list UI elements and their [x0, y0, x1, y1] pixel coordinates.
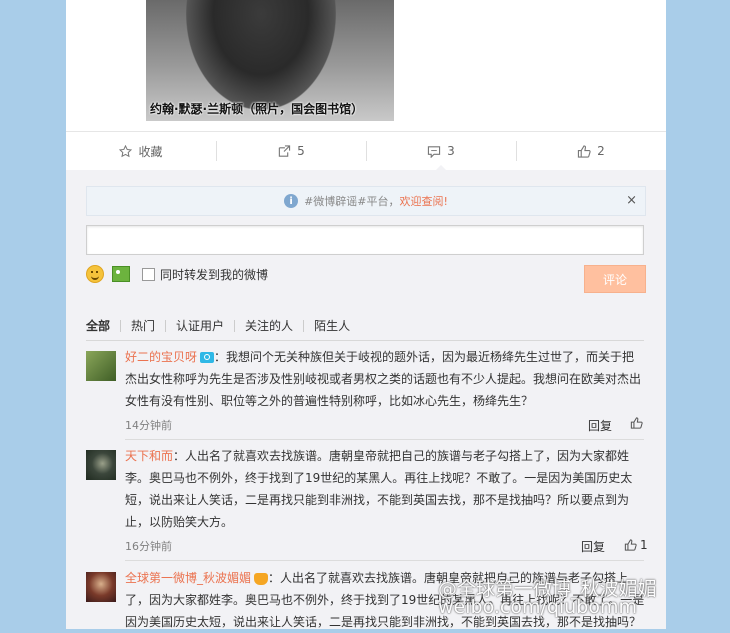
- comment-button[interactable]: 3: [366, 132, 516, 171]
- comment-divider: [125, 439, 644, 440]
- comment-like-button[interactable]: [630, 417, 643, 429]
- filter-hot[interactable]: 热门: [120, 320, 165, 332]
- watermark: @全球第一微博_秋波媚媚 weibo.com/qiubomm: [438, 574, 657, 618]
- crown-badge-icon: [254, 572, 269, 585]
- repost-label: 同时转发到我的微博: [160, 267, 269, 282]
- filter-divider: [86, 340, 644, 341]
- action-bar: 收藏 5 3 2: [66, 131, 666, 171]
- filter-verified[interactable]: 认证用户: [165, 320, 234, 332]
- comment-like-count: 1: [640, 538, 648, 552]
- comment-time: 14分钟前: [125, 419, 172, 432]
- photo-caption: 约翰·默瑟·兰斯顿（照片，国会图书馆）: [150, 102, 364, 116]
- repost-count: 5: [297, 144, 305, 158]
- avatar[interactable]: [86, 572, 116, 602]
- comment-author[interactable]: 天下和而: [125, 449, 173, 463]
- like-count: 2: [597, 144, 605, 158]
- notice-link[interactable]: 欢迎查阅!: [400, 193, 448, 209]
- comment-panel: i #微博辟谣#平台， 欢迎查阅! × 同时转发到我的微博 评论 全部 热门 认…: [66, 170, 666, 629]
- close-icon[interactable]: ×: [626, 193, 637, 208]
- comment-filters: 全部 热门 认证用户 关注的人 陌生人: [86, 320, 360, 332]
- repost-button[interactable]: 5: [216, 132, 366, 170]
- camera-badge-icon: [200, 352, 215, 363]
- reply-button[interactable]: 回复: [581, 538, 605, 555]
- info-icon: i: [284, 194, 299, 208]
- comment-body: 天下和而：人出名了就喜欢去找族谱。唐朝皇帝就把自己的族谱与老子勾搭上了，因为大家…: [125, 445, 645, 533]
- thumbs-up-icon: [578, 144, 591, 158]
- comment-body: 好二的宝贝呀 ：我想问个无关种族但关于岐视的题外话，因为最近杨绛先生过世了，而关于…: [125, 346, 645, 412]
- reply-button[interactable]: 回复: [588, 417, 612, 434]
- like-button[interactable]: 2: [516, 132, 666, 170]
- comment-time: 16分钟前: [125, 540, 172, 553]
- comment-count: 3: [447, 144, 455, 158]
- filter-strangers[interactable]: 陌生人: [303, 320, 360, 332]
- watermark-url: weibo.com/qiubomm: [438, 596, 637, 618]
- emoji-icon[interactable]: [86, 265, 104, 283]
- comment-author[interactable]: 好二的宝贝呀: [125, 350, 197, 364]
- comment-like-button[interactable]: 1: [624, 538, 648, 552]
- composer-tools: 同时转发到我的微博: [86, 264, 268, 284]
- filter-all[interactable]: 全部: [86, 320, 120, 332]
- comment-author[interactable]: 全球第一微博_秋波媚媚: [125, 571, 251, 585]
- thumbs-up-icon: [624, 539, 637, 551]
- notice-text: #微博辟谣#平台，: [304, 195, 400, 208]
- image-icon[interactable]: [112, 266, 130, 282]
- comment-input[interactable]: [86, 225, 644, 255]
- filter-following[interactable]: 关注的人: [234, 320, 303, 332]
- avatar[interactable]: [86, 351, 116, 381]
- repost-checkbox[interactable]: [142, 267, 155, 281]
- thumbs-up-icon: [630, 417, 643, 429]
- comment-icon: [428, 145, 441, 158]
- post-photo[interactable]: 约翰·默瑟·兰斯顿（照片，国会图书馆）: [146, 0, 394, 121]
- avatar[interactable]: [86, 450, 116, 480]
- repost-icon: [278, 144, 291, 157]
- favorite-label: 收藏: [138, 144, 163, 159]
- comment-text: ：人出名了就喜欢去找族谱。唐朝皇帝就把自己的族谱与老子勾搭上了，因为大家都姓李。…: [125, 449, 633, 529]
- comment-divider: [125, 560, 644, 561]
- photo-figure: [186, 0, 336, 110]
- weibo-card: 约翰·默瑟·兰斯顿（照片，国会图书馆） 收藏 5 3 2 i #微博辟谣#平台，…: [66, 0, 666, 629]
- rumor-notice: i #微博辟谣#平台， 欢迎查阅! ×: [86, 186, 646, 216]
- favorite-button[interactable]: 收藏: [66, 132, 216, 170]
- submit-comment-button[interactable]: 评论: [584, 265, 646, 293]
- star-icon: [119, 144, 133, 157]
